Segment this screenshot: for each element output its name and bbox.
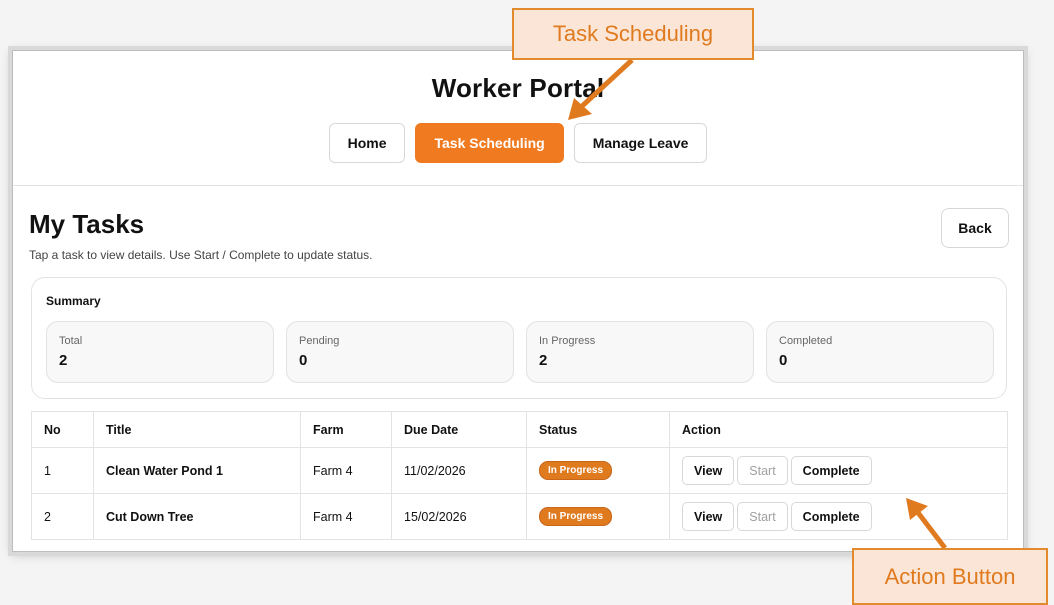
cell-title: Cut Down Tree: [93, 493, 301, 540]
stat-value: 0: [779, 352, 788, 369]
stat-value: 2: [59, 352, 68, 369]
table-row[interactable]: 2 Cut Down Tree Farm 4 15/02/2026 In Pro…: [31, 493, 1008, 540]
cell-due-date: 15/02/2026: [391, 493, 527, 540]
view-button[interactable]: View: [682, 456, 735, 485]
status-badge: In Progress: [539, 507, 613, 526]
cell-title: Clean Water Pond 1: [93, 447, 301, 494]
start-button[interactable]: Start: [737, 502, 788, 531]
cell-status: In Progress: [526, 493, 670, 540]
column-header-farm: Farm: [300, 411, 392, 448]
summary-label: Summary: [46, 294, 101, 308]
column-header-action: Action: [669, 411, 1008, 448]
cell-farm: Farm 4: [300, 493, 392, 540]
column-header-title: Title: [93, 411, 301, 448]
stat-completed: Completed 0: [766, 321, 994, 383]
cell-due-date: 11/02/2026: [391, 447, 527, 494]
table-header-row: No Title Farm Due Date Status Action: [31, 411, 1008, 448]
view-button[interactable]: View: [682, 502, 735, 531]
stat-label: In Progress: [539, 335, 596, 347]
cell-action: View Start Complete: [669, 447, 1008, 494]
table-row[interactable]: 1 Clean Water Pond 1 Farm 4 11/02/2026 I…: [31, 447, 1008, 494]
column-header-due-date: Due Date: [391, 411, 527, 448]
complete-button[interactable]: Complete: [790, 502, 872, 531]
back-button[interactable]: Back: [941, 208, 1009, 248]
start-button[interactable]: Start: [737, 456, 788, 485]
column-header-no: No: [31, 411, 94, 448]
cell-no: 2: [31, 493, 94, 540]
stat-in-progress: In Progress 2: [526, 321, 754, 383]
stat-value: 0: [299, 352, 308, 369]
cell-action: View Start Complete: [669, 493, 1008, 540]
page-title: My Tasks: [29, 209, 145, 239]
callout-task-scheduling: Task Scheduling: [512, 8, 754, 60]
cell-status: In Progress: [526, 447, 670, 494]
cell-farm: Farm 4: [300, 447, 392, 494]
summary-card: Summary Total 2 Pending 0 In Progress 2 …: [31, 277, 1007, 399]
cell-no: 1: [31, 447, 94, 494]
stat-total: Total 2: [46, 321, 274, 383]
tasks-table: No Title Farm Due Date Status Action 1 C…: [31, 411, 1008, 540]
status-badge: In Progress: [539, 461, 613, 480]
app-window: Worker Portal Home Task Scheduling Manag…: [12, 50, 1024, 552]
column-header-status: Status: [526, 411, 670, 448]
stat-label: Completed: [779, 335, 833, 347]
nav-manage-leave-button[interactable]: Manage Leave: [573, 123, 708, 163]
callout-action-button: Action Button: [852, 548, 1048, 605]
nav-home-button[interactable]: Home: [328, 123, 406, 163]
stat-pending: Pending 0: [286, 321, 514, 383]
header-divider: [13, 185, 1023, 186]
stat-label: Pending: [299, 335, 340, 347]
nav-task-scheduling-button[interactable]: Task Scheduling: [415, 123, 564, 163]
complete-button[interactable]: Complete: [790, 456, 872, 485]
page-subtitle: Tap a task to view details. Use Start / …: [29, 248, 373, 262]
portal-title: Worker Portal: [431, 73, 605, 103]
top-nav: Home Task Scheduling Manage Leave: [13, 123, 1023, 163]
stat-label: Total: [59, 335, 83, 347]
stat-value: 2: [539, 352, 548, 369]
